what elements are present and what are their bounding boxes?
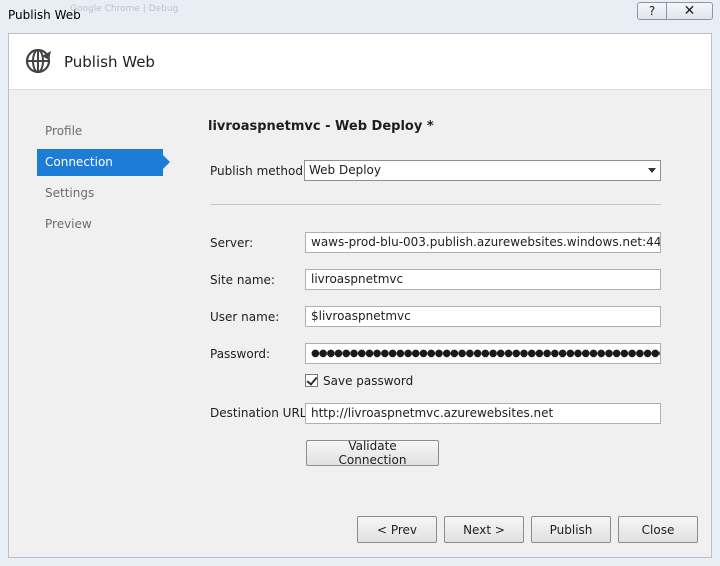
site-name-label: Site name: — [210, 273, 275, 287]
site-name-input[interactable]: livroaspnetmvc — [305, 269, 661, 290]
publish-dialog: Publish Web Profile Connection Settings … — [8, 33, 712, 558]
user-name-input[interactable]: $livroaspnetmvc — [305, 306, 661, 327]
password-label: Password: — [210, 347, 271, 361]
globe-publish-icon — [25, 48, 51, 74]
server-label: Server: — [210, 236, 254, 250]
publish-button[interactable]: Publish — [531, 516, 611, 543]
publish-method-value: Web Deploy — [309, 163, 381, 177]
dialog-title: Publish Web — [64, 53, 155, 71]
save-password-label[interactable]: Save password — [323, 374, 413, 388]
server-input[interactable]: waws-prod-blu-003.publish.azurewebsites.… — [305, 232, 661, 253]
wizard-nav: Profile Connection Settings Preview — [37, 118, 177, 242]
destination-url-input[interactable]: http://livroaspnetmvc.azurewebsites.net — [305, 403, 661, 424]
background-window-hint: Google Chrome | Debug — [70, 4, 179, 14]
nav-item-preview[interactable]: Preview — [37, 211, 163, 238]
nav-item-connection[interactable]: Connection — [37, 149, 170, 176]
validate-connection-button[interactable]: Validate Connection — [306, 439, 439, 467]
nav-item-settings[interactable]: Settings — [37, 180, 163, 207]
destination-url-label: Destination URL: — [210, 406, 311, 420]
save-password-checkbox[interactable] — [305, 374, 318, 387]
publish-method-select[interactable]: Web Deploy — [304, 160, 661, 181]
nav-item-profile[interactable]: Profile — [37, 118, 163, 145]
help-button[interactable]: ? — [637, 2, 667, 20]
chevron-down-icon — [648, 168, 656, 173]
user-name-label: User name: — [210, 310, 280, 324]
prev-button[interactable]: < Prev — [357, 516, 437, 543]
section-divider — [210, 204, 661, 205]
close-button[interactable]: Close — [618, 516, 698, 543]
window-close-button[interactable]: ✕ — [666, 2, 713, 20]
window-titlebar: Publish Web Google Chrome | Debug ? ✕ — [0, 0, 720, 31]
dialog-header: Publish Web — [9, 34, 711, 90]
password-input[interactable]: ●●●●●●●●●●●●●●●●●●●●●●●●●●●●●●●●●●●●●●●●… — [305, 343, 661, 364]
next-button[interactable]: Next > — [444, 516, 524, 543]
publish-method-label: Publish method: — [210, 164, 307, 178]
profile-title: livroaspnetmvc - Web Deploy * — [208, 119, 434, 134]
